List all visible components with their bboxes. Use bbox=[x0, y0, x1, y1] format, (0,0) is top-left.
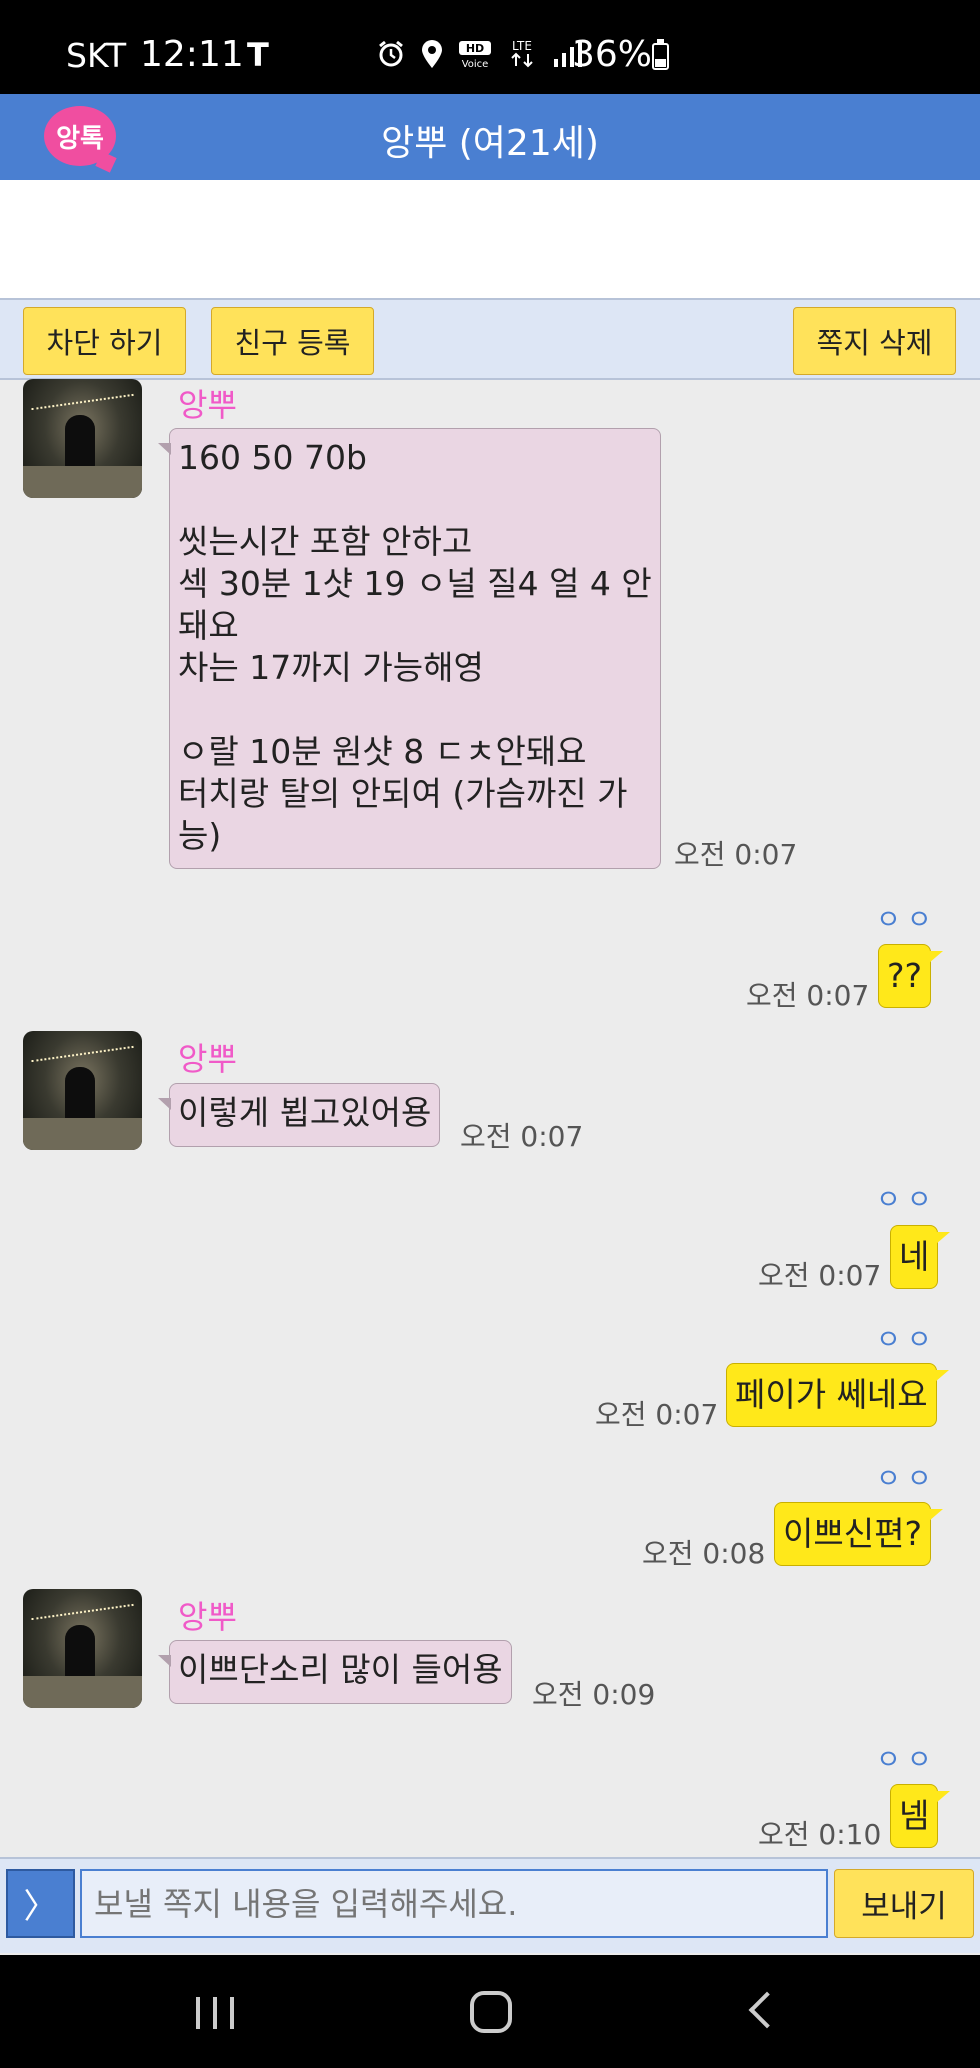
svg-text:Voice: Voice bbox=[462, 59, 489, 69]
message-bubble-incoming: 이쁘단소리 많이 들어용 bbox=[158, 1640, 512, 1704]
sender-name: 앙뿌 bbox=[178, 1040, 237, 1078]
message-time: 오전 0:07 bbox=[460, 1120, 584, 1153]
back-icon[interactable] bbox=[748, 1991, 786, 2029]
hd-voice-icon: HD Voice bbox=[459, 41, 491, 69]
system-nav-bar bbox=[0, 1955, 980, 2068]
message-bubble-outgoing: 넴 bbox=[890, 1784, 951, 1848]
delete-message-button[interactable]: 쪽지 삭제 bbox=[793, 307, 956, 375]
add-friend-button[interactable]: 친구 등록 bbox=[211, 307, 374, 375]
action-toolbar: 차단 하기 친구 등록 쪽지 삭제 bbox=[0, 298, 980, 380]
location-icon bbox=[422, 40, 442, 68]
avatar[interactable] bbox=[23, 1031, 142, 1150]
battery-percent: 36% bbox=[572, 34, 653, 75]
message-time: 오전 0:07 bbox=[746, 979, 870, 1012]
message-bubble-outgoing: 이쁘신편? bbox=[774, 1502, 943, 1566]
banner-area bbox=[0, 180, 980, 298]
app-header: 앙톡 앙뿌 (여21세) bbox=[0, 94, 980, 180]
message-time: 오전 0:09 bbox=[532, 1678, 656, 1711]
send-button[interactable]: 보내기 bbox=[834, 1869, 974, 1938]
lte-icon: LTE bbox=[511, 39, 533, 68]
expand-button[interactable]: 〉 bbox=[6, 1869, 75, 1938]
sender-name: 앙뿌 bbox=[178, 386, 237, 424]
read-indicator: ㅇㅇ bbox=[876, 1464, 938, 1495]
message-time: 오전 0:07 bbox=[595, 1398, 719, 1431]
carrier-label: SKT bbox=[66, 36, 127, 75]
status-time: 12:11 bbox=[140, 34, 244, 75]
alarm-icon bbox=[379, 40, 403, 67]
svg-text:LTE: LTE bbox=[512, 39, 532, 53]
carrier-icon: T bbox=[247, 36, 269, 74]
battery-icon bbox=[652, 39, 669, 70]
read-indicator: ㅇㅇ bbox=[876, 1325, 938, 1356]
sender-name: 앙뿌 bbox=[178, 1598, 237, 1636]
recent-apps-icon[interactable] bbox=[196, 1997, 234, 2029]
block-button[interactable]: 차단 하기 bbox=[23, 307, 186, 375]
home-icon[interactable] bbox=[470, 1991, 512, 2033]
message-time: 오전 0:10 bbox=[758, 1818, 882, 1851]
message-bubble-incoming: 160 50 70b 씻는시간 포함 안하고 섹 30분 1샷 19 ㅇ널 질4… bbox=[158, 428, 661, 869]
svg-text:HD: HD bbox=[466, 42, 484, 55]
message-bubble-outgoing: 페이가 쎄네요 bbox=[726, 1363, 949, 1427]
avatar[interactable] bbox=[23, 1589, 142, 1708]
message-bubble-outgoing: ?? bbox=[878, 944, 944, 1008]
message-time: 오전 0:07 bbox=[758, 1259, 882, 1292]
read-indicator: ㅇㅇ bbox=[876, 1745, 938, 1776]
avatar[interactable] bbox=[23, 379, 142, 498]
status-icons: HD Voice LTE bbox=[376, 38, 582, 70]
read-indicator: ㅇㅇ bbox=[876, 905, 938, 936]
message-time: 오전 0:07 bbox=[674, 838, 798, 871]
page-title: 앙뿌 (여21세) bbox=[381, 123, 599, 164]
status-bar: SKT 12:11 T HD Voice LTE 36% bbox=[0, 0, 980, 94]
message-input[interactable] bbox=[80, 1869, 828, 1938]
message-time: 오전 0:08 bbox=[642, 1537, 766, 1570]
message-bubble-incoming: 이렇게 뵙고있어용 bbox=[157, 1083, 441, 1147]
read-indicator: ㅇㅇ bbox=[876, 1185, 938, 1216]
message-input-bar: 〉 보내기 bbox=[0, 1857, 980, 1953]
message-bubble-outgoing: 네 bbox=[890, 1225, 951, 1289]
